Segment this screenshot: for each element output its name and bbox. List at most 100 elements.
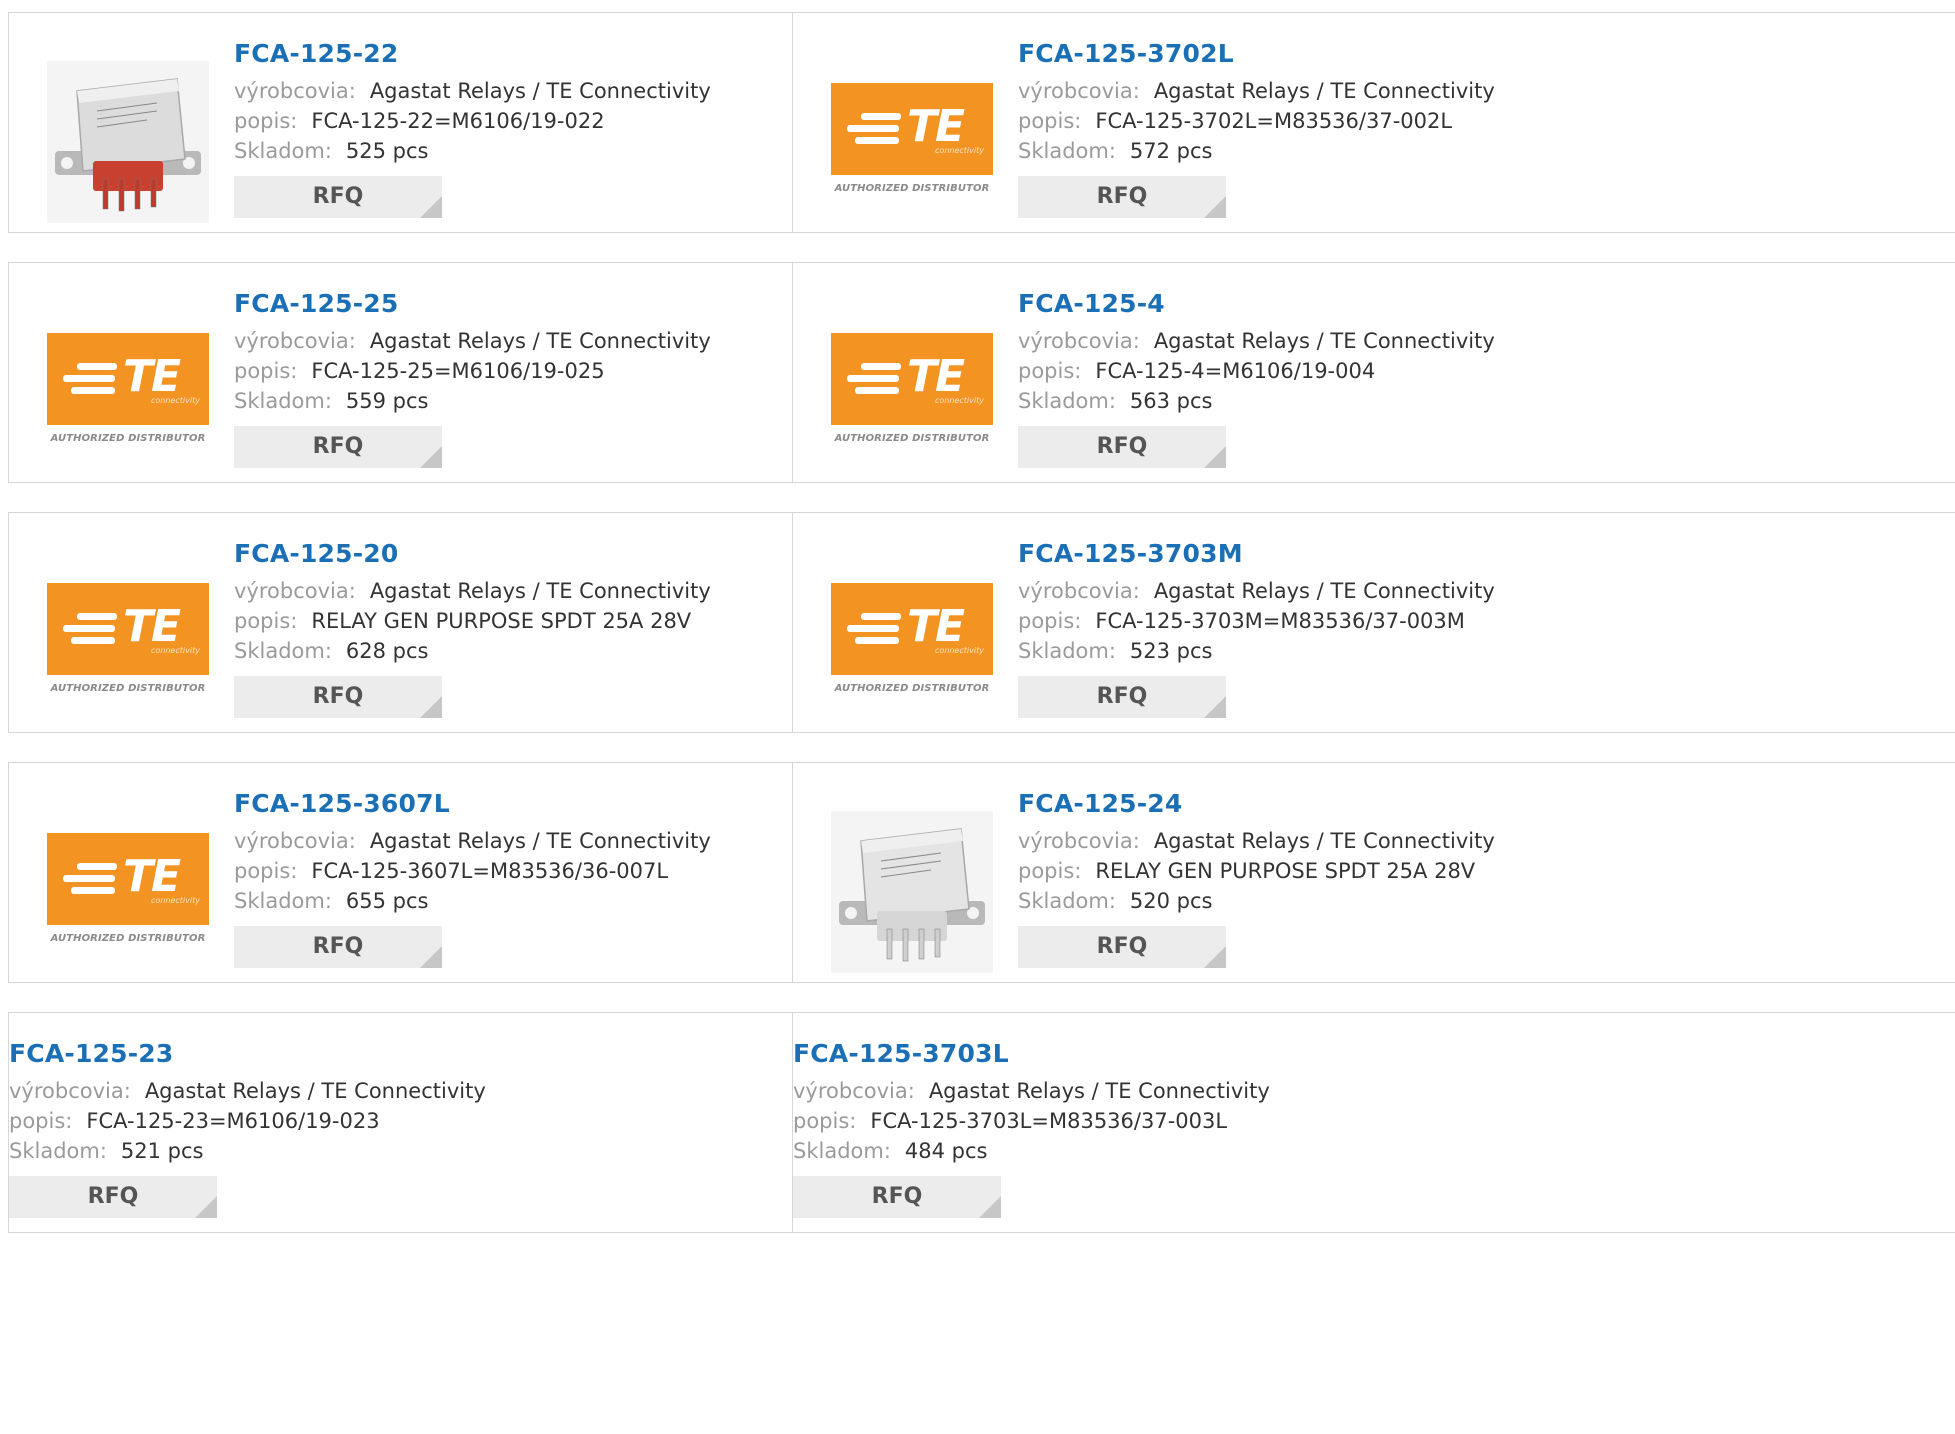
rfq-button[interactable]: RFQ [1018, 926, 1226, 968]
rfq-button[interactable]: RFQ [1018, 676, 1226, 718]
manufacturer-label: výrobcovia: [234, 579, 356, 603]
manufacturer-value: Agastat Relays / TE Connectivity [1153, 829, 1495, 853]
te-logo-word: TE [907, 601, 965, 652]
te-logo-sub: connectivity [151, 896, 200, 905]
stock-row: Skladom: 559 pcs [234, 386, 711, 416]
rfq-button[interactable]: RFQ [234, 176, 442, 218]
product-thumbnail[interactable] [47, 61, 209, 223]
rfq-corner-decoration [979, 1196, 1001, 1218]
rfq-button[interactable]: RFQ [1018, 176, 1226, 218]
product-title-link[interactable]: FCA-125-3607L [234, 789, 711, 819]
description-value: RELAY GEN PURPOSE SPDT 25A 28V [311, 609, 692, 633]
manufacturer-label: výrobcovia: [234, 329, 356, 353]
rfq-label: RFQ [312, 684, 364, 709]
rfq-label: RFQ [312, 434, 364, 459]
rfq-corner-decoration [420, 946, 442, 968]
te-logo-sub: connectivity [935, 646, 984, 655]
stock-value: 628 pcs [345, 639, 429, 663]
product-thumbnail[interactable]: TE connectivity AUTHORIZED DISTRIBUTOR [831, 561, 993, 723]
rfq-button[interactable]: RFQ [793, 1176, 1001, 1218]
product-title-link[interactable]: FCA-125-3703M [1018, 539, 1495, 569]
te-logo-word: TE [123, 851, 181, 902]
rfq-label: RFQ [312, 184, 364, 209]
rfq-button[interactable]: RFQ [1018, 426, 1226, 468]
manufacturer-row: výrobcovia: Agastat Relays / TE Connectiv… [234, 576, 711, 606]
stock-value: 563 pcs [1129, 389, 1213, 413]
description-value: FCA-125-3703M=M83536/37-003M [1095, 609, 1465, 633]
product-thumbnail[interactable]: TE connectivity AUTHORIZED DISTRIBUTOR [47, 311, 209, 473]
product-thumbnail[interactable]: TE connectivity AUTHORIZED DISTRIBUTOR [831, 311, 993, 473]
product-info: FCA-125-3703L výrobcovia: Agastat Relays … [793, 1039, 1270, 1218]
manufacturer-row: výrobcovia: Agastat Relays / TE Connectiv… [234, 826, 711, 856]
te-logo-orange-box: TE connectivity [47, 333, 209, 425]
stock-label: Skladom: [9, 1139, 107, 1163]
rfq-button[interactable]: RFQ [234, 926, 442, 968]
product-thumbnail[interactable]: TE connectivity AUTHORIZED DISTRIBUTOR [47, 561, 209, 723]
stock-label: Skladom: [1018, 889, 1116, 913]
product-card: TE connectivity AUTHORIZED DISTRIBUTOR F… [8, 512, 793, 733]
description-label: popis: [234, 859, 298, 883]
description-row: popis: FCA-125-3607L=M83536/36-007L [234, 856, 711, 886]
product-title-link[interactable]: FCA-125-22 [234, 39, 711, 69]
rfq-button[interactable]: RFQ [9, 1176, 217, 1218]
manufacturer-value: Agastat Relays / TE Connectivity [1153, 329, 1495, 353]
stock-label: Skladom: [234, 139, 332, 163]
manufacturer-row: výrobcovia: Agastat Relays / TE Connectiv… [9, 1076, 486, 1106]
manufacturer-label: výrobcovia: [1018, 829, 1140, 853]
manufacturer-label: výrobcovia: [234, 829, 356, 853]
product-card: FCA-125-3703L výrobcovia: Agastat Relays … [792, 1012, 1955, 1233]
product-card: TE connectivity AUTHORIZED DISTRIBUTOR F… [8, 262, 793, 483]
stock-label: Skladom: [234, 639, 332, 663]
product-title-link[interactable]: FCA-125-25 [234, 289, 711, 319]
product-info: FCA-125-3702L výrobcovia: Agastat Relays … [1018, 39, 1495, 218]
product-title-link[interactable]: FCA-125-20 [234, 539, 711, 569]
manufacturer-value: Agastat Relays / TE Connectivity [1153, 579, 1495, 603]
te-connectivity-logo: TE connectivity AUTHORIZED DISTRIBUTOR [47, 811, 209, 973]
manufacturer-label: výrobcovia: [1018, 329, 1140, 353]
rfq-label: RFQ [1096, 684, 1148, 709]
product-thumbnail[interactable] [831, 811, 993, 973]
authorized-distributor-text: AUTHORIZED DISTRIBUTOR [834, 433, 990, 444]
description-label: popis: [793, 1109, 857, 1133]
stock-row: Skladom: 523 pcs [1018, 636, 1495, 666]
description-row: popis: FCA-125-4=M6106/19-004 [1018, 356, 1495, 386]
product-thumbnail[interactable]: TE connectivity AUTHORIZED DISTRIBUTOR [831, 61, 993, 223]
product-title-link[interactable]: FCA-125-23 [9, 1039, 486, 1069]
stock-row: Skladom: 520 pcs [1018, 886, 1495, 916]
rfq-corner-decoration [195, 1196, 217, 1218]
te-logo-word: TE [907, 351, 965, 402]
stock-value: 572 pcs [1129, 139, 1213, 163]
rfq-label: RFQ [312, 934, 364, 959]
description-value: FCA-125-3702L=M83536/37-002L [1095, 109, 1453, 133]
stock-label: Skladom: [1018, 639, 1116, 663]
description-row: popis: FCA-125-3703L=M83536/37-003L [793, 1106, 1270, 1136]
te-logo-word: TE [123, 351, 181, 402]
product-title-link[interactable]: FCA-125-24 [1018, 789, 1495, 819]
manufacturer-label: výrobcovia: [9, 1079, 131, 1103]
manufacturer-row: výrobcovia: Agastat Relays / TE Connectiv… [1018, 326, 1495, 356]
product-title-link[interactable]: FCA-125-4 [1018, 289, 1495, 319]
description-label: popis: [1018, 359, 1082, 383]
product-info: FCA-125-22 výrobcovia: Agastat Relays / T… [234, 39, 711, 218]
description-value: FCA-125-22=M6106/19-022 [311, 109, 605, 133]
product-title-link[interactable]: FCA-125-3702L [1018, 39, 1495, 69]
description-row: popis: RELAY GEN PURPOSE SPDT 25A 28V [234, 606, 711, 636]
product-title-link[interactable]: FCA-125-3703L [793, 1039, 1270, 1069]
product-card: FCA-125-22 výrobcovia: Agastat Relays / T… [8, 12, 793, 233]
product-card: TE connectivity AUTHORIZED DISTRIBUTOR F… [792, 512, 1955, 733]
manufacturer-value: Agastat Relays / TE Connectivity [369, 579, 711, 603]
description-label: popis: [234, 109, 298, 133]
rfq-corner-decoration [420, 696, 442, 718]
te-connectivity-logo: TE connectivity AUTHORIZED DISTRIBUTOR [831, 61, 993, 223]
te-connectivity-logo: TE connectivity AUTHORIZED DISTRIBUTOR [47, 561, 209, 723]
stock-row: Skladom: 563 pcs [1018, 386, 1495, 416]
relay-photo-icon [47, 61, 209, 223]
description-label: popis: [1018, 609, 1082, 633]
rfq-button[interactable]: RFQ [234, 426, 442, 468]
rfq-button[interactable]: RFQ [234, 676, 442, 718]
product-thumbnail[interactable]: TE connectivity AUTHORIZED DISTRIBUTOR [47, 811, 209, 973]
rfq-label: RFQ [871, 1184, 923, 1209]
stock-row: Skladom: 521 pcs [9, 1136, 486, 1166]
stock-value: 520 pcs [1129, 889, 1213, 913]
manufacturer-row: výrobcovia: Agastat Relays / TE Connectiv… [234, 76, 711, 106]
